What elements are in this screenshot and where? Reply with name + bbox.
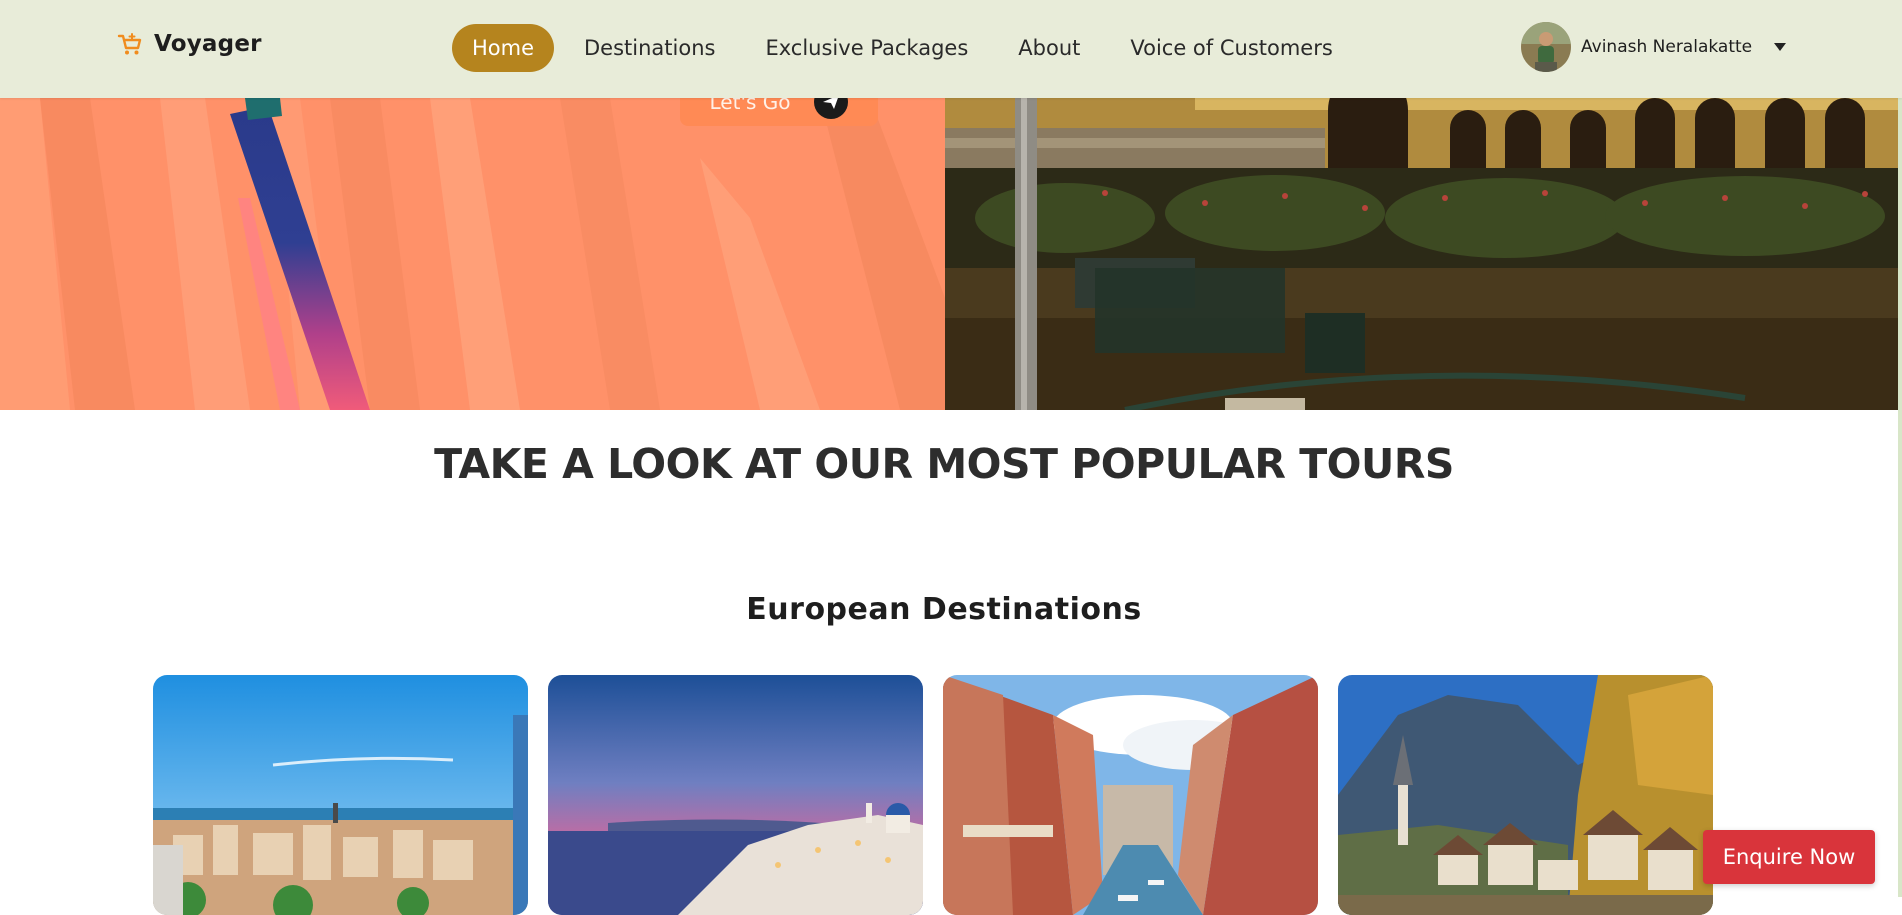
destination-card-venice[interactable] [943,675,1318,915]
nav-destinations[interactable]: Destinations [564,24,735,72]
avatar [1521,22,1571,72]
enquire-now-button[interactable]: Enquire Now [1703,830,1875,884]
top-navbar: Voyager Home Destinations Exclusive Pack… [0,0,1902,98]
palace-garden-image [945,98,1902,410]
lets-go-button[interactable]: Let's Go [680,98,878,126]
destination-card-hallstatt[interactable] [1338,675,1713,915]
hero-abstract-graphic: Let's Go [0,98,945,410]
hero-palace-photo [945,98,1902,410]
abstract-ribbon-art [0,98,945,410]
shopping-cart-icon [117,33,142,55]
barcelona-image [153,675,528,915]
nav-about[interactable]: About [998,24,1100,72]
nav-voice-of-customers[interactable]: Voice of Customers [1110,24,1352,72]
santorini-image [548,675,923,915]
paper-plane-icon [814,98,849,119]
lets-go-label: Let's Go [709,98,791,114]
nav-home[interactable]: Home [452,24,555,72]
user-name: Avinash Neralakatte [1581,37,1753,57]
hero-banner: Let's Go [0,98,1902,410]
caret-down-icon[interactable] [1774,43,1787,51]
brand-name: Voyager [154,31,262,57]
hallstatt-image [1338,675,1713,915]
destination-card-santorini[interactable] [548,675,923,915]
european-destinations-heading: European Destinations [746,592,1142,627]
user-menu[interactable]: Avinash Neralakatte [1521,22,1787,72]
page-edge-strip [1898,98,1902,897]
popular-tours-heading: TAKE A LOOK AT OUR MOST POPULAR TOURS [434,440,1454,488]
main-nav: Home Destinations Exclusive Packages Abo… [452,24,1363,72]
destination-cards [153,675,1713,915]
nav-exclusive-packages[interactable]: Exclusive Packages [745,24,988,72]
brand-logo[interactable]: Voyager [116,30,262,58]
venice-image [943,675,1318,915]
destination-card-barcelona[interactable] [153,675,528,915]
